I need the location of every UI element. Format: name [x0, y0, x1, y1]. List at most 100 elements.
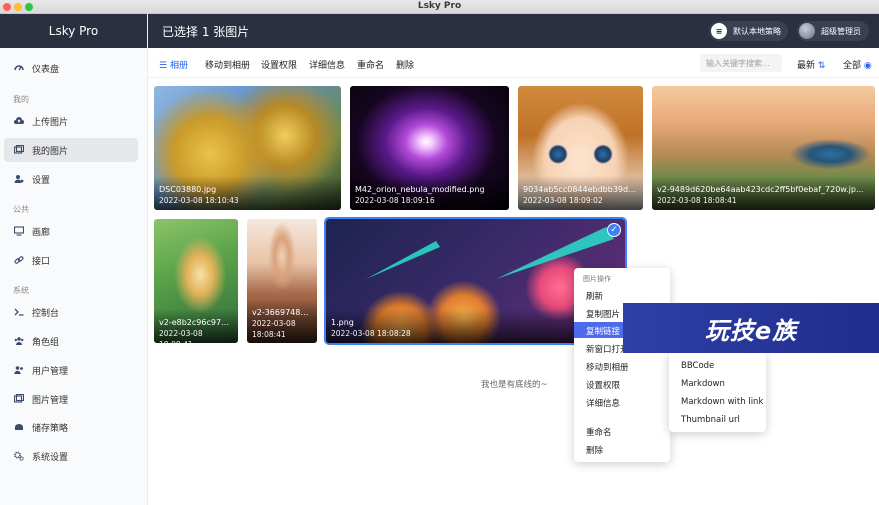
set-permission-button[interactable]: 设置权限: [261, 58, 297, 71]
watermark-banner: 玩技e族: [623, 303, 879, 353]
speedometer-icon: [14, 63, 24, 73]
menu-item-move-to-album[interactable]: 移动到相册: [574, 358, 670, 374]
sidebar-item-label: 仪表盘: [32, 64, 60, 75]
cloud-upload-icon: [14, 116, 24, 126]
image-date: 2022-03-08 18:08:41: [159, 329, 203, 343]
image-name: M42_orion_nebula_modified.png: [355, 185, 485, 194]
search-input[interactable]: 输入关键字搜索...: [700, 54, 782, 72]
end-of-list-text: 我也是有底线的~: [481, 380, 548, 390]
submenu-item-thumbnail-url[interactable]: Thumbnail url: [681, 415, 740, 425]
sidebar: Lsky Pro 仪表盘 我的 上传图片 我的图片 设置 公共 画廊 接口 系统…: [0, 14, 148, 505]
album-button[interactable]: ☰ 相册: [159, 58, 188, 71]
image-card[interactable]: DSC03880.jpg 2022-03-08 18:10:43: [154, 86, 341, 210]
image-date: 2022-03-08 18:09:16: [355, 196, 435, 205]
image-manage-icon: [14, 394, 24, 404]
menu-item-refresh[interactable]: 刷新: [574, 287, 670, 303]
sidebar-item-roles[interactable]: 角色组: [4, 329, 138, 353]
menu-item-details[interactable]: 详细信息: [574, 394, 670, 410]
section-label-mine: 我的: [13, 95, 29, 104]
delete-button[interactable]: 删除: [396, 58, 414, 71]
sidebar-item-label: 用户管理: [32, 366, 69, 377]
move-to-album-button[interactable]: 移动到相册: [205, 58, 250, 71]
sidebar-item-upload[interactable]: 上传图片: [4, 109, 138, 133]
terminal-icon: [14, 307, 24, 317]
user-manage-icon: [14, 365, 24, 375]
sidebar-item-console[interactable]: 控制台: [4, 300, 138, 324]
sort-button[interactable]: 最新 ⇅: [797, 58, 825, 71]
avatar: [799, 23, 815, 39]
cogs-icon: [14, 451, 24, 461]
eye-icon: ◉: [863, 61, 872, 71]
image-caption: v2-e8b2c96c975f... 2022-03-08 18:08:41: [154, 309, 238, 343]
album-label: 相册: [169, 61, 188, 71]
context-menu: 图片操作 刷新 复制图片 复制链接 新窗口打开 移动到相册 设置权限 详细信息 …: [574, 268, 670, 462]
image-date-time: 18:08:41: [252, 330, 286, 339]
section-label-public: 公共: [13, 205, 29, 214]
users-icon: [14, 336, 24, 346]
user-name: 超级管理员: [821, 26, 861, 36]
page-title: 已选择 1 张图片: [162, 25, 250, 39]
menu-item-delete[interactable]: 删除: [574, 441, 670, 457]
menu-item-set-permission[interactable]: 设置权限: [574, 376, 670, 392]
submenu-item-markdown[interactable]: Markdown: [681, 379, 725, 389]
watermark-text: 玩技e族: [704, 316, 798, 345]
sidebar-item-image-management[interactable]: 图片管理: [4, 387, 138, 411]
strategy-label: 默认本地策略: [733, 26, 781, 36]
sidebar-item-system-settings[interactable]: 系统设置: [4, 444, 138, 468]
image-card[interactable]: v2-36697487... 2022-03-08 18:08:41: [247, 219, 317, 343]
sidebar-item-label: 储存策略: [32, 423, 69, 434]
image-card[interactable]: v2-e8b2c96c975f... 2022-03-08 18:08:41: [154, 219, 238, 343]
storage-strategy-button[interactable]: ≡ 默认本地策略: [709, 21, 788, 41]
image-date-day: 2022-03-08: [252, 319, 296, 328]
sidebar-item-label: 角色组: [32, 337, 60, 348]
user-menu-button[interactable]: 超级管理员: [797, 21, 869, 41]
brand-logo[interactable]: Lsky Pro: [0, 14, 147, 48]
sort-icon: ⇅: [817, 61, 826, 71]
sidebar-item-label: 接口: [32, 256, 51, 267]
sort-label: 最新: [797, 61, 816, 71]
filter-label: 全部: [843, 61, 862, 71]
list-icon: ☰: [159, 61, 168, 71]
sidebar-item-label: 画廊: [32, 227, 51, 238]
images-icon: [14, 145, 24, 155]
sidebar-item-label: 我的图片: [32, 146, 69, 157]
image-name: v2-36697487...: [252, 308, 312, 317]
toolbar: ☰ 相册 移动到相册 设置权限 详细信息 重命名 删除 输入关键字搜索... 最…: [148, 48, 879, 78]
sidebar-item-dashboard[interactable]: 仪表盘: [4, 56, 138, 80]
sidebar-item-storage[interactable]: 储存策略: [4, 415, 138, 439]
menu-item-rename[interactable]: 重命名: [574, 423, 670, 439]
sidebar-item-user-management[interactable]: 用户管理: [4, 358, 138, 382]
image-caption: M42_orion_nebula_modified.png 2022-03-08…: [350, 176, 509, 210]
image-name: DSC03880.jpg: [159, 185, 217, 194]
image-caption: v2-36697487... 2022-03-08 18:08:41: [247, 299, 317, 343]
submenu-item-bbcode[interactable]: BBCode: [681, 361, 714, 371]
sidebar-item-label: 控制台: [32, 308, 60, 319]
image-card[interactable]: v2-9489d620be64aab423cdc2ff5bf0ebaf_720w…: [652, 86, 875, 210]
sidebar-item-label: 图片管理: [32, 395, 69, 406]
link-icon: [14, 255, 24, 265]
copy-link-submenu: BBCode Markdown Markdown with link Thumb…: [669, 352, 766, 432]
sidebar-item-api[interactable]: 接口: [4, 248, 138, 272]
image-date: 2022-03-08 18:10:43: [159, 196, 239, 205]
submenu-item-markdown-with-link[interactable]: Markdown with link: [681, 397, 763, 407]
image-card[interactable]: M42_orion_nebula_modified.png 2022-03-08…: [350, 86, 509, 210]
sidebar-item-settings[interactable]: 设置: [4, 167, 138, 191]
top-header: 已选择 1 张图片 ≡ 默认本地策略 超级管理员: [148, 14, 879, 48]
image-name: 9034ab5cc0844ebdbb39dc...: [523, 185, 638, 194]
image-date: 2022-03-08 18:09:02: [523, 196, 603, 205]
user-cog-icon: [14, 174, 24, 184]
image-caption: 9034ab5cc0844ebdbb39dc... 2022-03-08 18:…: [518, 176, 643, 210]
section-label-system: 系统: [13, 286, 29, 295]
rename-button[interactable]: 重命名: [357, 58, 384, 71]
image-card[interactable]: 9034ab5cc0844ebdbb39dc... 2022-03-08 18:…: [518, 86, 643, 210]
details-button[interactable]: 详细信息: [309, 58, 345, 71]
menu-list-icon: ≡: [711, 23, 727, 39]
sidebar-item-gallery[interactable]: 画廊: [4, 219, 138, 243]
storage-icon: [14, 422, 24, 432]
sidebar-item-label: 上传图片: [32, 117, 69, 128]
sidebar-item-label: 系统设置: [32, 452, 69, 463]
selected-check-icon[interactable]: ✓: [607, 223, 621, 237]
image-caption: DSC03880.jpg 2022-03-08 18:10:43: [154, 176, 341, 210]
sidebar-item-my-images[interactable]: 我的图片: [4, 138, 138, 162]
filter-button[interactable]: 全部 ◉: [843, 58, 872, 71]
